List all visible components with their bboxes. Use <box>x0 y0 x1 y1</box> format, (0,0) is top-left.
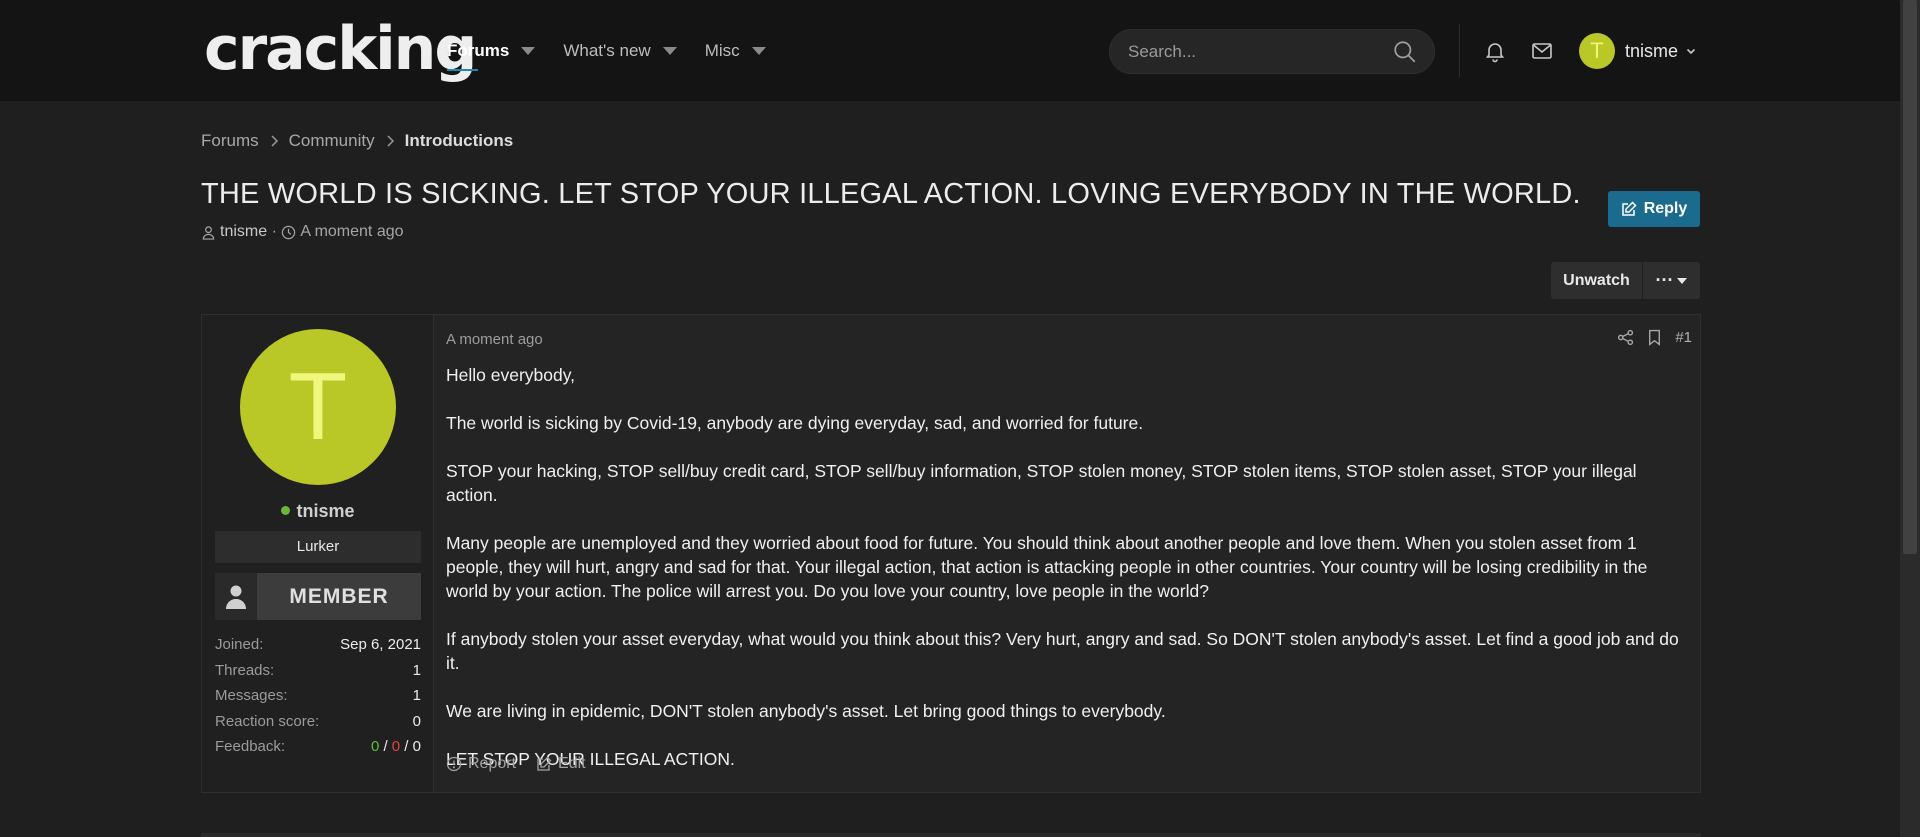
stat-key: Feedback: <box>215 738 286 755</box>
reply-button-label: Reply <box>1643 200 1688 217</box>
search-box <box>1109 29 1435 74</box>
nav-whats-new-label: What's new <box>563 40 651 60</box>
post-paragraph: Hello everybody, <box>446 365 576 385</box>
post-paragraph: LET STOP YOUR ILLEGAL ACTION. <box>446 749 735 769</box>
chevron-down-icon[interactable] <box>662 46 677 55</box>
nav-misc-label: Misc <box>704 40 740 60</box>
feedback-value[interactable]: 0 / 0 / 0 <box>371 738 421 764</box>
stat-feedback: Feedback: 0 / 0 / 0 <box>215 738 421 764</box>
post-number[interactable]: #1 <box>1675 329 1692 346</box>
post-paragraph: If anybody stolen your asset everyday, w… <box>446 629 1679 673</box>
top-navigation-bar: cracking Forums What's new Misc T tnisme <box>0 0 1900 101</box>
chevron-down-icon[interactable] <box>521 46 536 55</box>
stat-key: Reaction score: <box>215 712 320 730</box>
scrollbar[interactable] <box>1900 0 1920 837</box>
post-content: Hello everybody, The world is sicking by… <box>446 363 1691 795</box>
post-paragraph: The world is sicking by Covid-19, anybod… <box>446 413 1144 433</box>
breadcrumb-introductions[interactable]: Introductions <box>405 131 514 151</box>
nav-forums[interactable]: Forums <box>447 0 536 101</box>
user-menu[interactable]: T tnisme <box>1579 33 1696 69</box>
user-icon <box>202 225 215 240</box>
stat-joined: Joined: Sep 6, 2021 <box>215 636 421 662</box>
stat-key: Messages: <box>215 687 288 704</box>
post-username-label[interactable]: tnisme <box>296 501 354 521</box>
more-options-button[interactable]: ··· <box>1642 262 1700 299</box>
chevron-right-icon <box>387 135 394 147</box>
site-logo[interactable]: cracking <box>204 14 477 84</box>
main-nav: Forums What's new Misc <box>447 0 794 101</box>
edit-icon <box>537 756 552 771</box>
stat-value: 1 <box>412 661 421 679</box>
more-icon: ··· <box>1655 270 1674 290</box>
breadcrumb-community[interactable]: Community <box>289 131 375 151</box>
feedback-separator: / <box>379 738 392 755</box>
chevron-down-icon <box>1677 277 1688 284</box>
post-actions: #1 <box>1605 329 1692 346</box>
post-date[interactable]: A moment ago <box>446 331 543 348</box>
meta-separator: · <box>267 223 282 240</box>
stat-key: Threads: <box>215 661 275 679</box>
user-banner-label: MEMBER <box>289 584 389 608</box>
stat-key: Joined: <box>215 636 264 653</box>
thread-tools: Unwatch ··· <box>1551 262 1700 299</box>
reply-button[interactable]: Reply <box>1608 191 1700 227</box>
stat-messages: Messages: 1 <box>215 687 421 713</box>
post-user-panel: T tnisme Lurker MEMBER Joined: Sep 6, 202… <box>202 315 434 792</box>
thread-author[interactable]: tnisme <box>220 223 267 241</box>
search-icon[interactable] <box>1392 39 1418 65</box>
nav-forums-label: Forums <box>447 40 510 60</box>
bookmark-icon[interactable] <box>1646 329 1663 346</box>
feedback-separator: / <box>400 738 413 755</box>
user-title: Lurker <box>215 531 421 563</box>
breadcrumb-forums[interactable]: Forums <box>201 131 259 151</box>
breadcrumb: Forums Community Introductions <box>201 131 513 151</box>
stat-value: Sep 6, 2021 <box>340 636 421 653</box>
feedback-neutral: 0 <box>412 738 421 755</box>
post-footer: Report Edit <box>446 755 606 773</box>
bell-icon[interactable] <box>1483 39 1507 63</box>
chevron-right-icon <box>271 135 278 147</box>
post-username: tnisme <box>202 501 434 522</box>
header-divider <box>1459 24 1460 77</box>
nav-whats-new[interactable]: What's new <box>563 0 677 101</box>
envelope-icon[interactable] <box>1530 39 1554 63</box>
stat-threads: Threads: 1 <box>215 662 421 688</box>
user-stats: Joined: Sep 6, 2021 Threads: 1 Messages: 1 … <box>215 636 421 764</box>
post-paragraph: We are living in epidemic, DON'T stolen … <box>446 701 1166 721</box>
avatar[interactable]: T <box>1579 33 1615 69</box>
share-icon[interactable] <box>1617 329 1634 346</box>
thread-time[interactable]: A moment ago <box>300 223 403 241</box>
report-icon <box>446 756 462 772</box>
report-button[interactable]: Report <box>446 755 516 773</box>
unwatch-button[interactable]: Unwatch <box>1551 262 1642 299</box>
post: T tnisme Lurker MEMBER Joined: Sep 6, 202… <box>201 314 1701 793</box>
thread-meta: tnisme · A moment ago <box>201 223 404 241</box>
edit-icon <box>1621 201 1637 216</box>
chevron-down-icon[interactable] <box>1686 46 1696 56</box>
avatar[interactable]: T <box>240 329 396 485</box>
post-body: A moment ago #1 Hello everybody, The wor… <box>446 315 1696 792</box>
feedback-negative: 0 <box>391 738 401 755</box>
online-status-icon <box>281 505 291 515</box>
report-button-label: Report <box>468 755 517 772</box>
chevron-down-icon[interactable] <box>751 46 766 55</box>
nav-misc[interactable]: Misc <box>705 0 766 101</box>
edit-button-label: Edit <box>558 755 586 772</box>
scrollbar-thumb[interactable] <box>1903 0 1917 554</box>
search-input[interactable] <box>1128 30 1378 73</box>
user-banner: MEMBER <box>215 573 421 620</box>
stat-reaction-score: Reaction score: 0 <box>215 713 421 739</box>
post-paragraph: Many people are unemployed and they worr… <box>446 533 1648 601</box>
post-paragraph: STOP your hacking, STOP sell/buy credit … <box>446 461 1637 505</box>
member-icon <box>215 573 257 620</box>
edit-button[interactable]: Edit <box>536 755 586 773</box>
next-post-edge <box>201 833 1701 837</box>
page-title: THE WORLD IS SICKING. LET STOP YOUR ILLE… <box>201 178 1581 210</box>
clock-icon <box>282 225 296 239</box>
username-label: tnisme <box>1625 40 1679 61</box>
stat-value: 1 <box>412 687 421 704</box>
stat-value: 0 <box>412 712 421 730</box>
